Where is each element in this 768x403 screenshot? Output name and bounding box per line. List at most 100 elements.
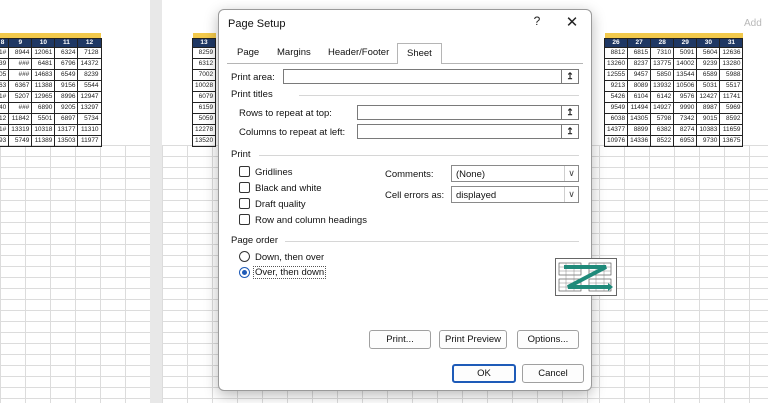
tab-header-footer[interactable]: Header/Footer xyxy=(328,47,389,63)
table-cell: 6312 xyxy=(191,57,217,70)
table-cell: ### xyxy=(8,57,33,70)
table-cell: 12 xyxy=(0,112,10,125)
table-cell: 6897 xyxy=(54,112,79,125)
tab-page[interactable]: Page xyxy=(237,47,259,63)
collapse-dialog-icon[interactable]: ↥ xyxy=(561,125,578,138)
table-cell: 5517 xyxy=(719,79,744,92)
table-row: 12278 xyxy=(191,123,217,136)
table-cell: 12947 xyxy=(77,90,102,103)
collapse-dialog-icon[interactable]: ↥ xyxy=(561,106,578,119)
table-cell: 8944 xyxy=(8,46,33,59)
column-header: 26 xyxy=(603,37,629,48)
table-cell: 11388 xyxy=(31,79,56,92)
table-row: 6312 xyxy=(191,57,217,70)
print-area-input[interactable]: ↥ xyxy=(283,69,579,84)
comments-value: (None) xyxy=(456,169,486,180)
page-gridlines xyxy=(599,145,768,403)
table-cell: 1# xyxy=(0,46,10,59)
table-cell: 5059 xyxy=(191,112,217,125)
table-cell: 9576 xyxy=(673,90,698,103)
print-button[interactable]: Print... xyxy=(369,330,431,349)
table-cell: 6104 xyxy=(627,90,652,103)
table-cell: 11310 xyxy=(77,123,102,136)
table-cell: 8592 xyxy=(719,112,744,125)
table-row: 5426 6104 6142 9576 12427 11741 xyxy=(603,90,744,103)
table-cell: 5734 xyxy=(77,112,102,125)
column-header: 8 xyxy=(0,37,10,48)
table-cell: 12278 xyxy=(191,123,217,136)
table-cell: 1# xyxy=(0,90,10,103)
section-divider xyxy=(285,241,579,242)
table-cell: 13675 xyxy=(719,134,744,147)
table-row: 9213 8089 13932 10506 5031 5517 xyxy=(603,79,744,92)
table-cell: 12427 xyxy=(696,90,721,103)
column-header: 31 xyxy=(719,37,744,48)
table-cell: 7128 xyxy=(77,46,102,59)
table-row: 12 11842 5501 6897 5734 xyxy=(0,112,102,125)
table-cell: 7342 xyxy=(673,112,698,125)
gridlines-label: Gridlines xyxy=(255,167,293,178)
cell-errors-value: displayed xyxy=(456,190,497,201)
collapse-dialog-icon[interactable]: ↥ xyxy=(561,70,578,83)
row-column-headings-checkbox[interactable] xyxy=(239,214,250,225)
tab-margins[interactable]: Margins xyxy=(277,47,311,63)
table-cell: 13932 xyxy=(650,79,675,92)
table-cell: 8237 xyxy=(627,57,652,70)
over-then-down-radio[interactable] xyxy=(239,267,250,278)
table-cell: 5969 xyxy=(719,101,744,114)
table-cell: 8239 xyxy=(77,68,102,81)
cancel-button[interactable]: Cancel xyxy=(522,364,584,383)
table-row: 12555 9457 5850 13544 6589 5988 xyxy=(603,68,744,81)
table-cell: 12061 xyxy=(31,46,56,59)
table-cell: 5426 xyxy=(603,90,629,103)
table-cell: 9156 xyxy=(54,79,79,92)
draft-quality-checkbox[interactable] xyxy=(239,198,250,209)
table-row: 8812 6815 7310 5091 5604 12636 xyxy=(603,46,744,59)
table-row: 9549 11494 14927 9990 8987 5969 xyxy=(603,101,744,114)
table-row: 1# 8944 12061 6324 7128 xyxy=(0,46,102,59)
column-header: 29 xyxy=(673,37,698,48)
table-cell: 5988 xyxy=(719,68,744,81)
add-text: Add xyxy=(744,18,762,29)
close-button[interactable]: ✕ xyxy=(563,13,581,31)
table-row: 1# 13319 10318 13177 11310 xyxy=(0,123,102,136)
table-cell: 14683 xyxy=(31,68,56,81)
table-cell: 9239 xyxy=(696,57,721,70)
page-order-label: Page order xyxy=(231,235,279,246)
table-cell: 9730 xyxy=(696,134,721,147)
table-cell: 14927 xyxy=(650,101,675,114)
down-then-over-radio[interactable] xyxy=(239,251,250,262)
cell-errors-label: Cell errors as: xyxy=(385,190,445,201)
black-and-white-checkbox[interactable] xyxy=(239,182,250,193)
table-cell: 14305 xyxy=(627,112,652,125)
table-row: 05 ### 14683 6549 8239 xyxy=(0,68,102,81)
options-button[interactable]: Options... xyxy=(517,330,579,349)
table-cell: 13260 xyxy=(603,57,629,70)
table-cell: 12555 xyxy=(603,68,629,81)
data-table-left: 8 9 10 11 12 1# 8944 12061 6324 7128 39 ### 6481 6796… xyxy=(0,33,102,147)
comments-dropdown[interactable]: (None) ∨ xyxy=(451,165,579,182)
rows-repeat-input[interactable]: ↥ xyxy=(357,105,579,120)
table-cell: 13544 xyxy=(673,68,698,81)
table-cell: 9205 xyxy=(54,101,79,114)
table-cell: 1# xyxy=(0,123,10,136)
data-table-right: 26 27 28 29 30 31 8812 6815 7310 5091 5604 12636 132… xyxy=(603,33,744,147)
table-cell: 11659 xyxy=(719,123,744,136)
tab-sheet[interactable]: Sheet xyxy=(397,43,442,64)
print-preview-button[interactable]: Print Preview xyxy=(439,330,507,349)
table-cell: 6549 xyxy=(54,68,79,81)
black-and-white-label: Black and white xyxy=(255,183,322,194)
table-cell: 13177 xyxy=(54,123,79,136)
ok-button[interactable]: OK xyxy=(452,364,516,383)
draft-quality-label: Draft quality xyxy=(255,199,306,210)
table-cell: 11494 xyxy=(627,101,652,114)
cols-repeat-input[interactable]: ↥ xyxy=(357,124,579,139)
table-cell: 8996 xyxy=(54,90,79,103)
page-gridlines xyxy=(0,145,150,403)
help-button[interactable]: ? xyxy=(529,14,545,32)
column-header: 13 xyxy=(191,37,217,48)
table-cell: 6589 xyxy=(696,68,721,81)
gridlines-checkbox[interactable] xyxy=(239,166,250,177)
cell-errors-dropdown[interactable]: displayed ∨ xyxy=(451,186,579,203)
table-cell: 63 xyxy=(0,79,10,92)
